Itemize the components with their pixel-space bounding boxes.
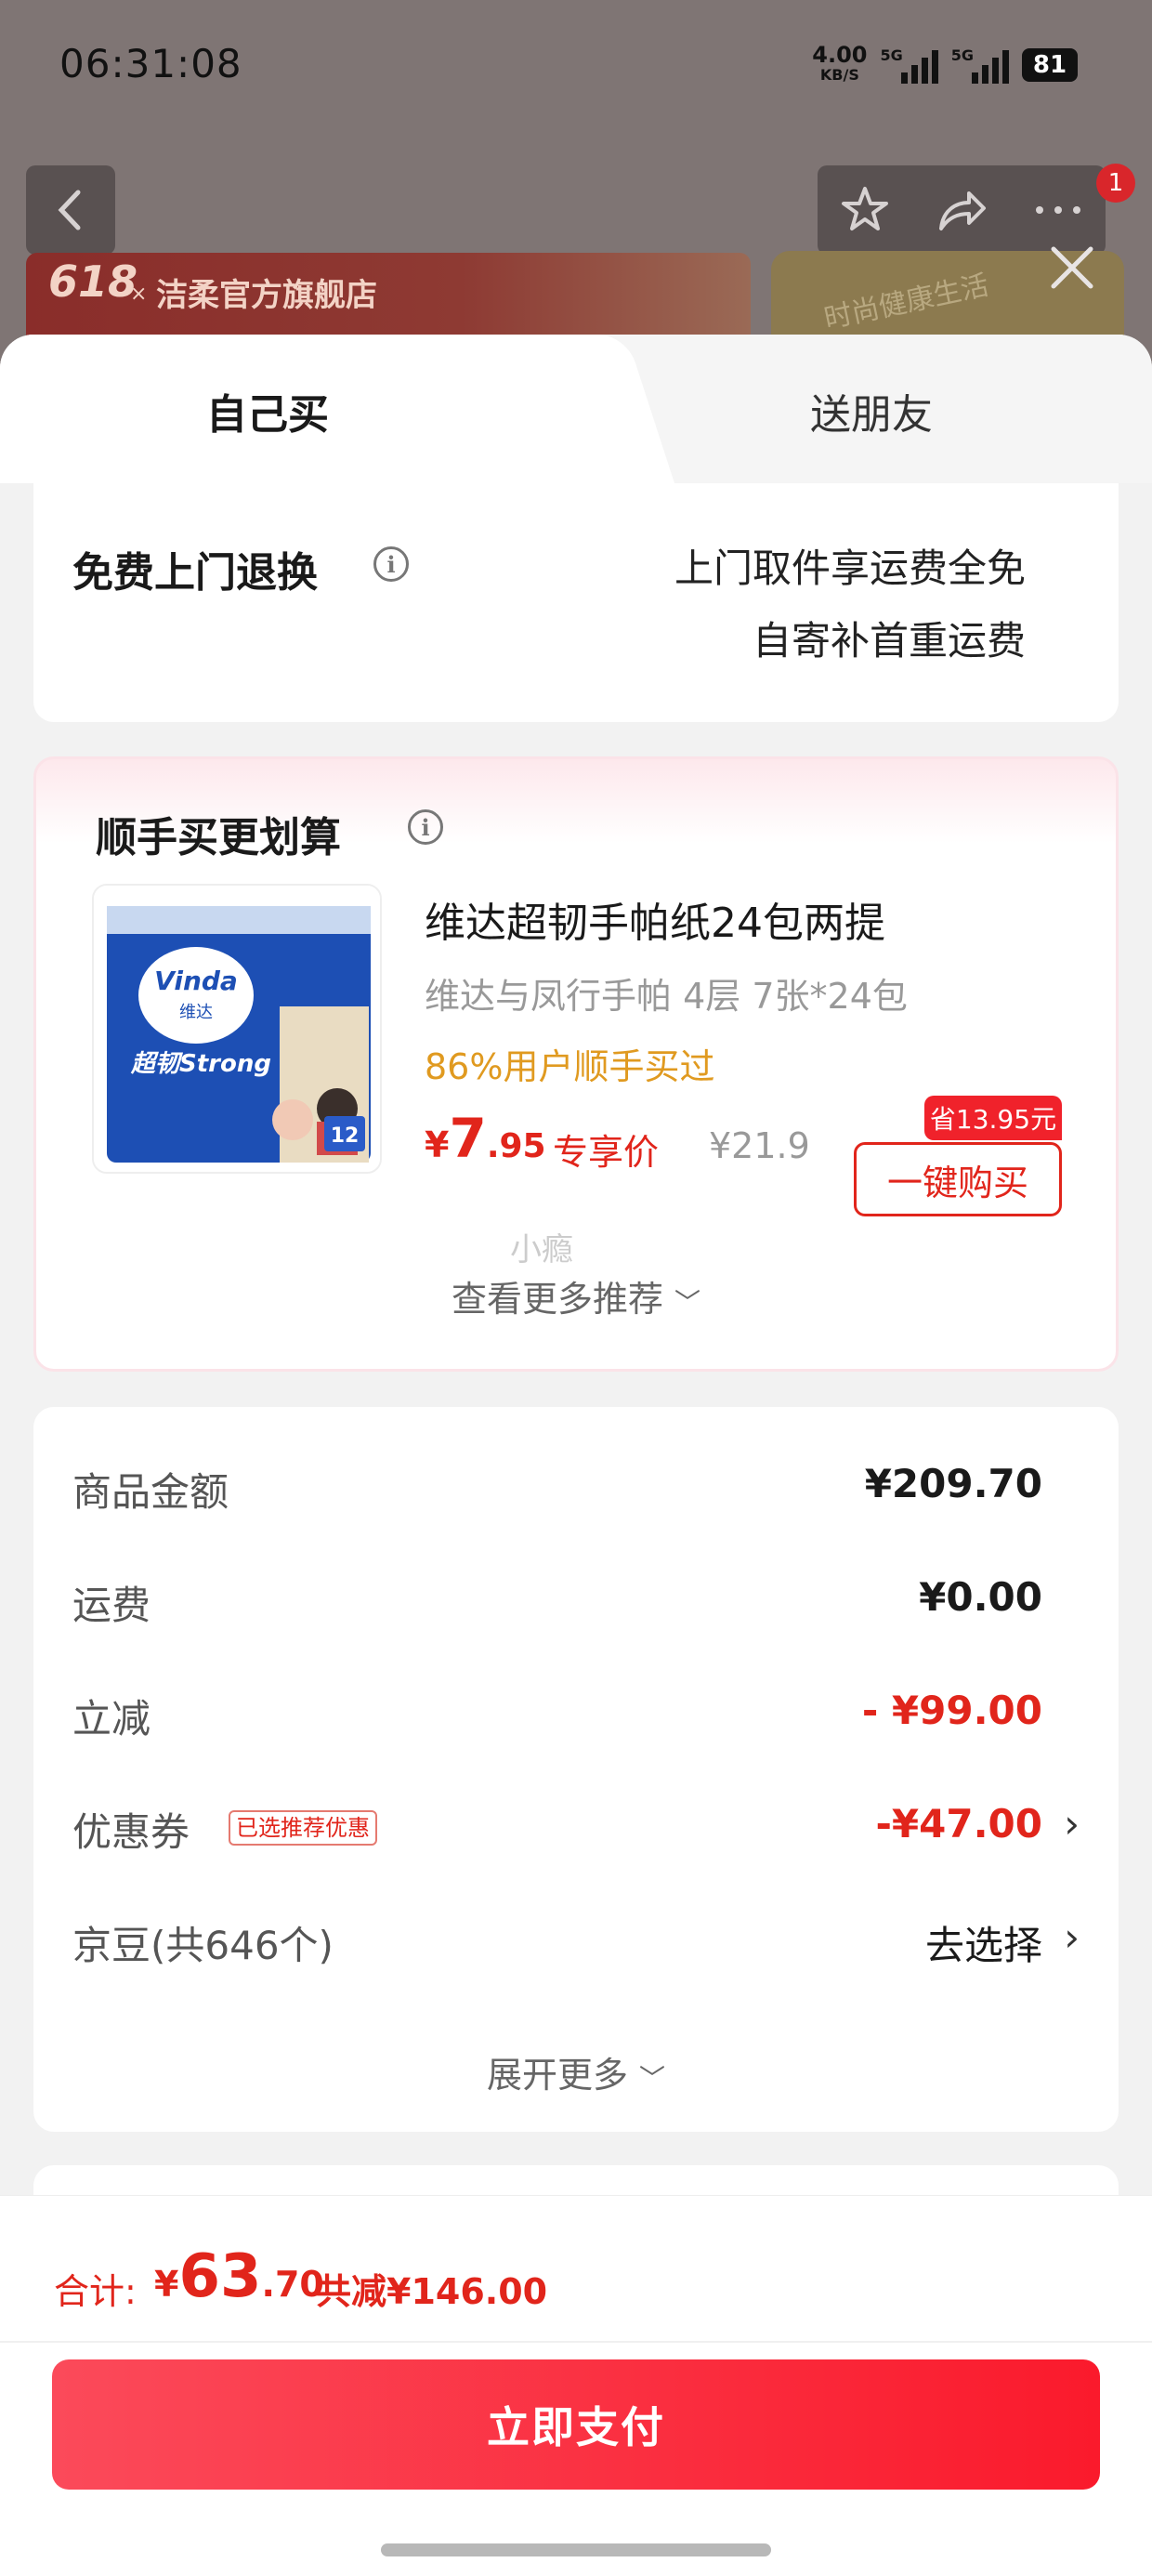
one-click-buy-button[interactable]: 一键购买: [854, 1142, 1062, 1216]
subtotal-row: 商品金额 ¥209.70: [72, 1461, 1080, 1517]
home-indicator[interactable]: [381, 2543, 771, 2556]
expand-more-link[interactable]: 展开更多 ﹀: [33, 2046, 1119, 2097]
product-name[interactable]: 维达超韧手帕纸24包两提: [425, 889, 885, 949]
svg-text:维达: 维达: [179, 1003, 213, 1022]
return-service-card: 免费上门退换 i 上门取件享运费全免 自寄补首重运费: [33, 483, 1119, 722]
purchase-mode-tabs: 自己买 送朋友: [0, 335, 1152, 483]
store-banner[interactable]: 618 × 洁柔官方旗舰店: [26, 253, 751, 346]
tab-send-to-friend[interactable]: 送朋友: [810, 381, 933, 440]
product-image[interactable]: Vinda 维达 超韧Strong 12: [92, 884, 382, 1174]
chevron-down-icon: ﹀: [639, 2063, 666, 2094]
star-icon[interactable]: [839, 184, 891, 236]
checkout-footer: 合计: ¥63.70 共减¥146.00 立即支付: [0, 2195, 1152, 2576]
network-speed: 4.00 KB/S: [812, 42, 868, 84]
shipping-row: 运费 ¥0.00: [72, 1574, 1080, 1630]
bundle-recommendation-card: 顺手买更划算 i Vinda 维达 超韧Strong 12 维达超韧手帕纸24包…: [33, 756, 1119, 1372]
store-x-mark: ×: [130, 283, 148, 306]
original-price: ¥21.9: [709, 1125, 810, 1166]
info-icon[interactable]: i: [408, 809, 443, 845]
total-price: ¥63.70: [154, 2242, 324, 2311]
coupon-selected-tag: 已选推荐优惠: [229, 1810, 377, 1846]
coupon-row[interactable]: 优惠券 已选推荐优惠 -¥47.00 ›: [72, 1801, 1080, 1857]
info-icon[interactable]: i: [373, 546, 409, 582]
cart-badge: 1: [1096, 164, 1135, 203]
exclusive-price-label: 专享价: [553, 1132, 660, 1173]
instant-discount-label: 立减: [72, 1696, 151, 1741]
jingdou-select: 去选择: [924, 1923, 1042, 1968]
more-recommendations-link[interactable]: 查看更多推荐 ﹀: [36, 1270, 1116, 1321]
tissue-pack-image: Vinda 维达 超韧Strong 12: [94, 886, 380, 1172]
instant-discount-row: 立减 - ¥99.00: [72, 1688, 1080, 1743]
coupon-label: 优惠券: [72, 1809, 190, 1855]
shipping-label: 运费: [72, 1583, 151, 1628]
total-savings: 共减¥146.00: [316, 2271, 548, 2312]
product-price: ¥7.95: [425, 1107, 546, 1170]
shipping-value: ¥0.00: [919, 1574, 1042, 1620]
signal-icon: 5G: [880, 46, 938, 84]
background-page: 06:31:08 4.00 KB/S 5G 5G 81 1 618 × 洁柔官方…: [0, 0, 1152, 372]
close-icon[interactable]: [1044, 240, 1100, 296]
promo-banner-text: 时尚健康生活: [821, 269, 992, 336]
savings-tag: 省13.95元: [924, 1096, 1062, 1140]
status-time: 06:31:08: [59, 41, 242, 86]
status-icons: 4.00 KB/S 5G 5G 81: [812, 42, 1078, 85]
svg-text:Vinda: Vinda: [154, 966, 238, 996]
jingdou-row[interactable]: 京豆(共646个) 去选择 ›: [72, 1914, 1080, 1970]
pay-now-button[interactable]: 立即支付: [52, 2359, 1100, 2490]
watermark: 小瘾: [510, 1231, 573, 1268]
product-spec: 维达与凤行手帕 4层 7张*24包: [425, 976, 908, 1017]
footer-divider: [0, 2341, 1152, 2343]
product-popularity: 86%用户顺手买过: [425, 1046, 715, 1087]
return-service-title: 免费上门退换: [72, 549, 318, 597]
return-service-line2: 自寄补首重运费: [752, 618, 1026, 664]
bundle-title: 顺手买更划算: [96, 814, 341, 861]
price-summary-card: 商品金额 ¥209.70 运费 ¥0.00 立减 - ¥99.00 优惠券 已选…: [33, 1407, 1119, 2132]
jingdou-label: 京豆(共646个): [72, 1923, 334, 1968]
more-icon[interactable]: [1032, 201, 1084, 219]
coupon-value: -¥47.00: [875, 1801, 1042, 1847]
chevron-left-icon: [58, 190, 81, 230]
instant-discount-value: - ¥99.00: [861, 1688, 1042, 1733]
chevron-right-icon: ›: [1064, 1801, 1080, 1847]
subtotal-label: 商品金额: [72, 1469, 229, 1515]
chevron-down-icon: ﹀: [674, 1287, 701, 1318]
battery-icon: 81: [1022, 48, 1078, 82]
store-name: 洁柔官方旗舰店: [156, 277, 377, 314]
subtotal-value: ¥209.70: [864, 1461, 1042, 1506]
back-button[interactable]: [26, 165, 115, 255]
signal-icon: 5G: [951, 46, 1009, 84]
chevron-right-icon: ›: [1064, 1914, 1080, 1960]
total-label: 合计:: [54, 2271, 137, 2312]
return-service-line1: 上门取件享运费全免: [674, 545, 1026, 591]
svg-text:12: 12: [331, 1124, 360, 1148]
status-bar: 06:31:08 4.00 KB/S 5G 5G 81: [0, 0, 1152, 139]
store-618-badge: 618: [48, 256, 138, 307]
share-icon[interactable]: [934, 184, 989, 236]
svg-text:超韧Strong: 超韧Strong: [130, 1050, 271, 1078]
tab-buy-for-self[interactable]: 自己买: [206, 381, 329, 440]
